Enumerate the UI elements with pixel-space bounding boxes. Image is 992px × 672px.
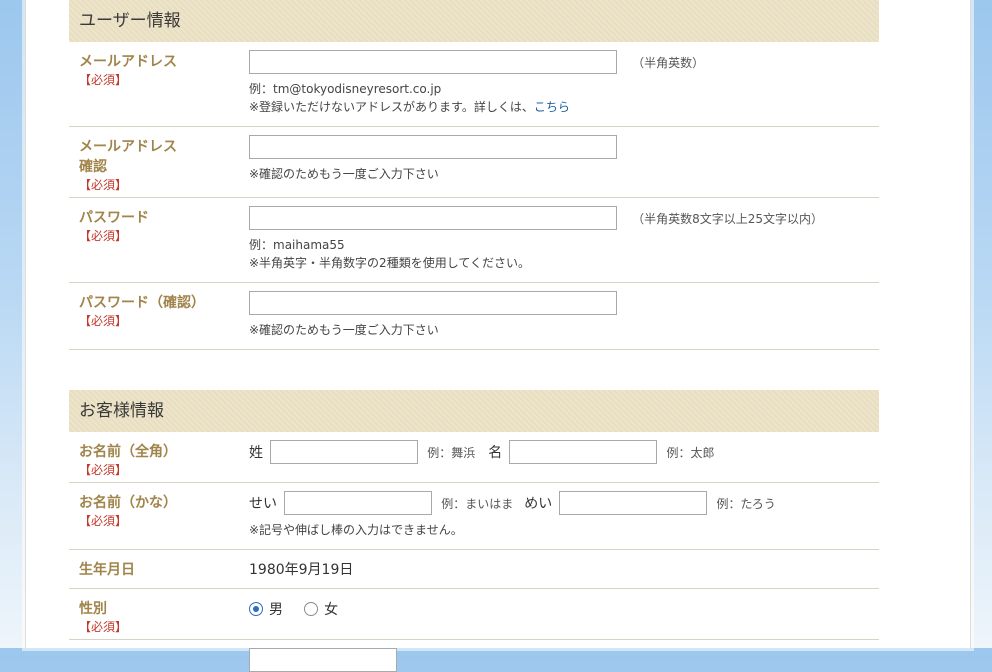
next-row: [69, 640, 879, 672]
password-confirm-row: パスワード（確認） 【必須】 ※確認のためもう一度ご入力下さい: [69, 283, 879, 350]
next-input[interactable]: [249, 648, 397, 672]
email-confirm-label: メールアドレス 確認 【必須】: [79, 137, 239, 193]
email-confirm-row: メールアドレス 確認 【必須】 ※確認のためもう一度ご入力下さい: [69, 127, 879, 198]
email-example: 例：tm@tokyodisneyresort.co.jp: [249, 82, 442, 96]
next-field-group: [249, 648, 397, 672]
name-kana-row: お名前（かな） 【必須】 せい 例：まいはま めい 例：たろう ※記号や伸ばし棒…: [69, 483, 879, 550]
last-name-input[interactable]: [270, 440, 419, 464]
gender-female-radio[interactable]: [304, 601, 319, 616]
section-heading-user-info: ユーザー情報: [69, 0, 879, 42]
email-row: メールアドレス 【必須】 （半角英数） 例：tm@tokyodisneyreso…: [69, 42, 879, 127]
birthdate-row: 生年月日 1980年9月19日: [69, 550, 879, 589]
first-name-example: 例：太郎: [666, 445, 715, 460]
section-heading-customer-info: お客様情報: [69, 390, 879, 432]
email-field-group: （半角英数） 例：tm@tokyodisneyresort.co.jp ※登録い…: [249, 50, 704, 116]
name-kana-label: お名前（かな） 【必須】: [79, 493, 239, 529]
required-badge: 【必須】: [79, 73, 128, 87]
gender-field-group: 男 女: [249, 598, 354, 619]
email-label: メールアドレス 【必須】: [79, 52, 239, 88]
password-note: ※半角英字・半角数字の2種類を使用してください。: [249, 256, 530, 270]
last-name-label: 姓: [249, 445, 263, 461]
password-label: パスワード 【必須】: [79, 208, 239, 244]
required-badge: 【必須】: [79, 229, 128, 243]
email-format-hint: （半角英数）: [632, 55, 705, 70]
required-badge: 【必須】: [79, 620, 128, 634]
required-badge: 【必須】: [79, 463, 128, 477]
email-confirm-field-group: ※確認のためもう一度ご入力下さい: [249, 135, 617, 183]
last-name-example: 例：舞浜: [427, 445, 476, 460]
first-name-kana-example: 例：たろう: [716, 496, 776, 511]
last-name-kana-label: せい: [249, 496, 277, 512]
required-badge: 【必須】: [79, 514, 128, 528]
name-kana-note: ※記号や伸ばし棒の入力はできません。: [249, 523, 463, 537]
gender-label: 性別 【必須】: [79, 599, 239, 635]
gender-male-radio[interactable]: [249, 601, 263, 616]
gender-row: 性別 【必須】 男 女: [69, 589, 879, 640]
last-name-kana-example: 例：まいはま: [441, 496, 514, 511]
password-confirm-label: パスワード（確認） 【必須】: [79, 293, 239, 329]
name-kanji-row: お名前（全角） 【必須】 姓 例：舞浜 名 例：太郎: [69, 432, 879, 483]
password-example: 例：maihama55: [249, 238, 345, 252]
email-confirm-input[interactable]: [249, 135, 617, 159]
email-confirm-note: ※確認のためもう一度ご入力下さい: [249, 167, 439, 181]
password-confirm-note: ※確認のためもう一度ご入力下さい: [249, 323, 439, 337]
birthdate-value: 1980年9月19日: [249, 562, 354, 578]
customer-info-section: お客様情報 お名前（全角） 【必須】 姓 例：舞浜 名 例：太郎 お名前（かな）…: [69, 390, 879, 672]
password-input[interactable]: [249, 206, 617, 230]
password-confirm-field-group: ※確認のためもう一度ご入力下さい: [249, 291, 617, 339]
details-link[interactable]: こちら: [534, 100, 570, 114]
email-input[interactable]: [249, 50, 617, 74]
first-name-input[interactable]: [509, 440, 658, 464]
password-row: パスワード 【必須】 （半角英数8文字以上25文字以内） 例：maihama55…: [69, 198, 879, 283]
name-kana-field-group: せい 例：まいはま めい 例：たろう ※記号や伸ばし棒の入力はできません。: [249, 491, 782, 539]
first-name-kana-label: めい: [524, 496, 553, 512]
password-field-group: （半角英数8文字以上25文字以内） 例：maihama55 ※半角英字・半角数字…: [249, 206, 823, 272]
first-name-label: 名: [488, 445, 503, 461]
password-confirm-input[interactable]: [249, 291, 617, 315]
first-name-kana-input[interactable]: [559, 491, 708, 515]
password-format-hint: （半角英数8文字以上25文字以内）: [632, 211, 823, 226]
name-kanji-label: お名前（全角） 【必須】: [79, 442, 239, 478]
required-badge: 【必須】: [79, 314, 128, 328]
last-name-kana-input[interactable]: [284, 491, 433, 515]
gender-female-label[interactable]: 女: [324, 602, 338, 618]
name-kanji-field-group: 姓 例：舞浜 名 例：太郎: [249, 440, 721, 464]
gender-male-label[interactable]: 男: [269, 602, 283, 618]
birthdate-label: 生年月日: [79, 562, 135, 578]
email-note: ※登録いただけないアドレスがあります。詳しくは、こちら: [249, 100, 570, 114]
user-info-section: ユーザー情報 メールアドレス 【必須】 （半角英数） 例：tm@tokyodis…: [69, 0, 879, 350]
required-badge: 【必須】: [79, 178, 128, 192]
